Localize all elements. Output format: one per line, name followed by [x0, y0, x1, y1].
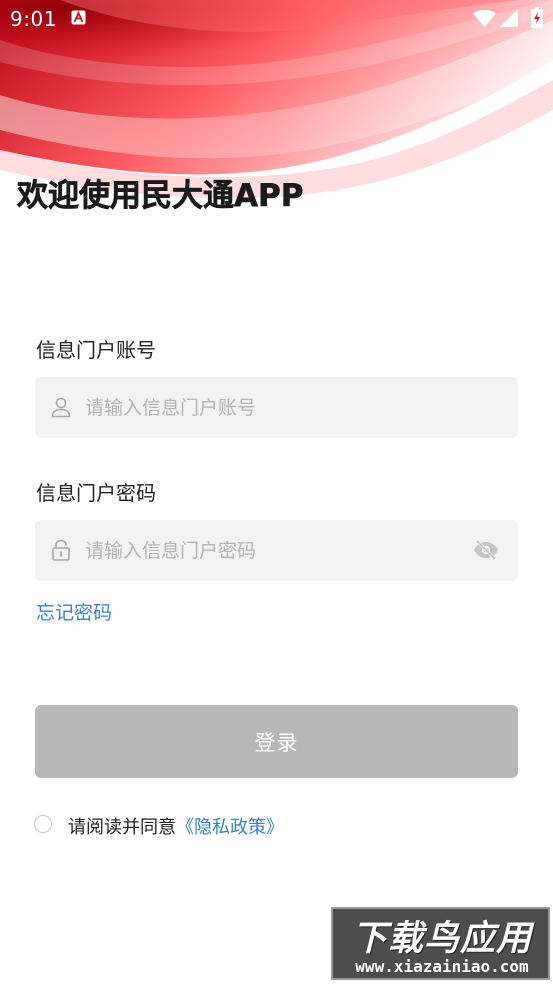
watermark-url: www.xiazainiao.com: [355, 957, 529, 976]
password-label: 信息门户密码: [36, 481, 156, 505]
signal-icon: [500, 9, 518, 27]
welcome-title: 欢迎使用民大通APP: [17, 178, 304, 215]
password-field[interactable]: [35, 520, 518, 581]
agreement-prefix: 请阅读并同意: [68, 817, 176, 838]
user-icon: [51, 397, 71, 418]
status-bar: 9:01: [0, 0, 553, 36]
privacy-policy-link[interactable]: 《隐私政策》: [176, 817, 284, 838]
watermark-logo: 下载鸟应用 www.xiazainiao.com: [331, 907, 550, 980]
agreement-text: 请阅读并同意《隐私政策》: [68, 813, 284, 839]
header-background: [0, 0, 553, 260]
lock-icon: [52, 539, 70, 561]
status-time: 9:01: [10, 7, 57, 31]
wifi-icon: [473, 10, 496, 27]
forgot-password-link[interactable]: 忘记密码: [36, 598, 112, 625]
watermark-title: 下载鸟应用: [351, 919, 532, 959]
eye-off-icon[interactable]: [473, 539, 499, 561]
password-input[interactable]: [85, 520, 465, 581]
agreement-checkbox[interactable]: [34, 815, 52, 833]
notification-a-icon: [71, 10, 86, 25]
battery-charging-icon: [531, 7, 543, 28]
account-field[interactable]: [35, 377, 518, 438]
account-input[interactable]: [85, 377, 465, 438]
login-screen: 9:01 欢迎使用民大通APP 信息门户账号 信息门户密码: [0, 0, 553, 984]
account-label: 信息门户账号: [36, 338, 156, 362]
login-button[interactable]: 登录: [35, 705, 518, 778]
